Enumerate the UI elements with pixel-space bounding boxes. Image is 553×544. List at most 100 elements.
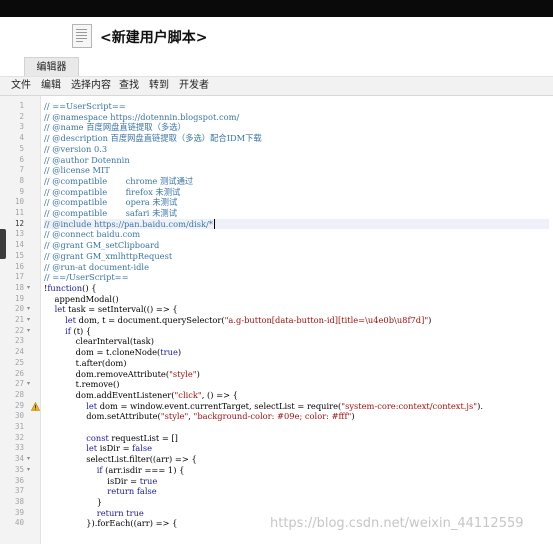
code-line: // @license MIT bbox=[44, 165, 110, 176]
watermark: https://blog.csdn.net/weixin_44112559 bbox=[270, 516, 524, 531]
menu-goto[interactable]: 转到 bbox=[149, 77, 169, 95]
script-document-icon bbox=[72, 24, 92, 48]
text-cursor bbox=[213, 218, 215, 229]
code-line: // @description 百度网盘直链提取（多选）配合IDM下载 bbox=[44, 133, 262, 144]
code-line: let dom, t = document.querySelector("a.g… bbox=[65, 315, 432, 325]
window-top-bar bbox=[0, 0, 553, 17]
page-title: <新建用户脚本> bbox=[100, 30, 208, 46]
code-line: // @author Dotennin bbox=[44, 154, 130, 165]
code-line: t.after(dom) bbox=[44, 357, 127, 368]
line-number: 21 bbox=[14, 315, 24, 324]
code-line: // @version 0.3 bbox=[44, 143, 108, 154]
fold-arrow-icon[interactable]: ▾ bbox=[27, 283, 30, 294]
line-number: 29 bbox=[14, 400, 24, 410]
fold-arrow-icon[interactable]: ▾ bbox=[27, 379, 30, 390]
line-number: 37 bbox=[14, 486, 24, 496]
menu-bar: 文件 编辑 选择内容 查找 转到 开发者 bbox=[0, 77, 553, 96]
line-number: 3 bbox=[19, 122, 24, 132]
line-number: 40 bbox=[14, 518, 24, 528]
line-number: 4 bbox=[19, 133, 24, 143]
side-panel-handle[interactable] bbox=[0, 229, 6, 259]
code-line: dom.setAttribute("style", "background-co… bbox=[44, 411, 355, 422]
line-number: 17 bbox=[14, 272, 24, 282]
code-line: let isDir = false bbox=[86, 443, 153, 454]
code-line: // @grant GM_xmlhttpRequest bbox=[44, 250, 173, 261]
line-number: 36 bbox=[14, 475, 24, 485]
code-line: // @compatible safari 未测试 bbox=[44, 208, 177, 218]
code-line: selectList.filter((arr) => { bbox=[44, 454, 197, 465]
code-line: isDir = true bbox=[44, 475, 158, 486]
code-line: let task = setInterval(() => { bbox=[54, 304, 178, 315]
line-number: 28 bbox=[14, 389, 24, 399]
code-line: // @compatible opera 未测试 bbox=[44, 197, 178, 208]
code-line: // @include https://pan.baidu.com/disk/* bbox=[44, 218, 549, 230]
line-number: 35 bbox=[14, 464, 24, 474]
line-number: 5 bbox=[19, 143, 24, 153]
fold-arrow-icon[interactable]: ▾ bbox=[27, 465, 30, 476]
tab-strip bbox=[0, 57, 553, 77]
warning-icon[interactable] bbox=[31, 401, 40, 411]
code-line: dom.addEventListener("click", () => { bbox=[44, 389, 238, 400]
line-number: 30 bbox=[14, 411, 24, 421]
line-number: 32 bbox=[14, 432, 24, 442]
code-line: let dom = window.event.currentTarget, se… bbox=[86, 400, 483, 411]
line-number: 16 bbox=[14, 261, 24, 271]
line-number: 23 bbox=[14, 336, 24, 346]
code-line: // @compatible firefox 未测试 bbox=[44, 186, 181, 197]
code-line: clearInterval(task) bbox=[44, 336, 154, 347]
line-number: 34 bbox=[14, 454, 24, 464]
code-line: // @connect baidu.com bbox=[44, 229, 141, 240]
tab-editor[interactable]: 编辑器 bbox=[24, 57, 79, 76]
code-line: // @run-at document-idle bbox=[44, 261, 149, 272]
line-number: 6 bbox=[19, 154, 24, 164]
code-line: // @grant GM_setClipboard bbox=[44, 240, 160, 251]
code-line: t.remove() bbox=[44, 379, 120, 390]
line-number: 8 bbox=[19, 175, 24, 185]
menu-file[interactable]: 文件 bbox=[11, 77, 31, 95]
menu-select[interactable]: 选择内容 bbox=[71, 77, 111, 95]
line-number: 38 bbox=[14, 496, 24, 506]
line-number: 7 bbox=[19, 165, 24, 175]
menu-developer[interactable]: 开发者 bbox=[179, 77, 209, 95]
line-number: 1 bbox=[19, 101, 24, 110]
code-line: // @compatible chrome 测试通过 bbox=[44, 175, 194, 186]
code-line: if (t) { bbox=[65, 325, 92, 336]
line-number: 31 bbox=[14, 422, 24, 431]
line-number: 27 bbox=[14, 379, 24, 389]
line-number: 26 bbox=[14, 368, 24, 378]
fold-arrow-icon[interactable]: ▾ bbox=[27, 304, 30, 315]
line-number: 19 bbox=[14, 293, 24, 303]
code-line: dom = t.cloneNode(true) bbox=[44, 347, 182, 358]
line-number: 12 bbox=[14, 218, 24, 228]
line-number: 22 bbox=[14, 325, 24, 335]
menu-edit[interactable]: 编辑 bbox=[41, 77, 61, 95]
code-line: return false bbox=[107, 486, 157, 497]
fold-arrow-icon[interactable]: ▾ bbox=[27, 326, 30, 337]
line-number-gutter: 1 2 3 4 5 6 7 8 9 10 11 12 13 14 15 16 17 18 ▾ 19 20 ▾ 21 ▾ 22 ▾ 2… bbox=[0, 96, 41, 544]
code-line: if (arr.isdir === 1) { bbox=[96, 464, 185, 475]
code-line: }).forEach((arr) => { bbox=[44, 518, 178, 529]
code-line: !function() { bbox=[44, 282, 97, 293]
code-line: return true bbox=[96, 507, 144, 518]
code-line: // ==/UserScript== bbox=[44, 272, 129, 283]
line-number: 2 bbox=[19, 111, 24, 121]
line-number: 11 bbox=[14, 208, 24, 217]
line-number: 18 bbox=[14, 282, 24, 292]
line-number: 39 bbox=[14, 507, 24, 517]
code-line: } bbox=[44, 496, 103, 507]
code-line: // @name 百度网盘直链提取（多选） bbox=[44, 122, 186, 133]
menu-find[interactable]: 查找 bbox=[119, 77, 139, 95]
line-number: 33 bbox=[14, 443, 24, 453]
fold-arrow-icon[interactable]: ▾ bbox=[27, 454, 30, 465]
line-number: 10 bbox=[14, 197, 24, 207]
fold-arrow-icon[interactable]: ▾ bbox=[27, 315, 30, 326]
code-line: dom.removeAttribute("style") bbox=[44, 368, 200, 379]
code-line: const requestList = [] bbox=[86, 432, 178, 443]
line-number: 25 bbox=[14, 357, 24, 367]
line-number: 24 bbox=[14, 347, 24, 357]
code-line: // ==UserScript== bbox=[44, 101, 126, 111]
code-editor[interactable]: // ==UserScript==// @namespace https://d… bbox=[41, 96, 553, 544]
line-number: 20 bbox=[14, 304, 24, 314]
code-line: // @namespace https://dotennin.blogspot.… bbox=[44, 111, 240, 122]
code-line: appendModal() bbox=[44, 293, 119, 304]
